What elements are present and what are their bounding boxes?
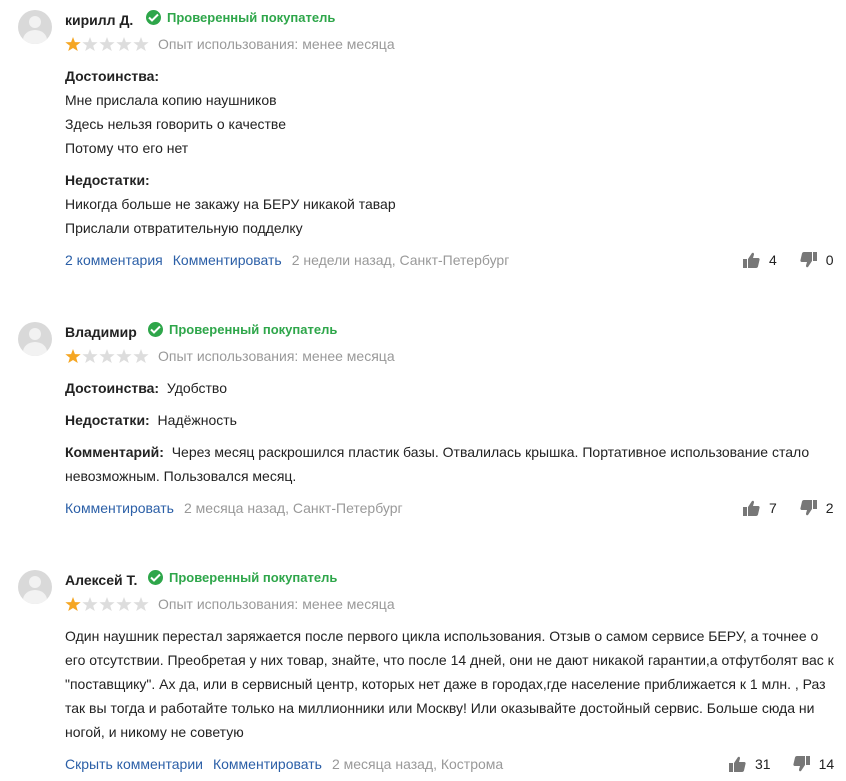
star-icon <box>116 37 133 54</box>
thumbs-up-icon <box>729 756 746 772</box>
dislike-count: 2 <box>825 500 834 516</box>
comment-button[interactable]: Комментировать <box>173 252 282 268</box>
checkmark-circle-icon <box>146 10 161 25</box>
star-icon <box>82 37 99 54</box>
comments-count-link[interactable]: 2 комментария <box>65 252 163 268</box>
checkmark-circle-icon <box>148 570 163 585</box>
thumbs-down-icon <box>800 252 817 268</box>
user-avatar[interactable] <box>18 10 52 44</box>
review-text-line: Один наушник перестал заряжается после п… <box>65 628 819 644</box>
pros-text: Удобство <box>166 380 227 396</box>
star-icon <box>133 349 150 366</box>
verified-badge: Проверенный покупатель <box>146 10 335 25</box>
rating-stars <box>65 37 150 54</box>
vote-panel: 4 0 <box>743 252 834 268</box>
thumbs-up-icon <box>743 500 760 516</box>
cons-line: Прислали отвратительную подделку <box>65 220 303 236</box>
pros-label: Достоинства: <box>65 68 160 84</box>
star-icon <box>116 349 133 366</box>
star-icon <box>116 597 133 614</box>
vote-panel: 7 2 <box>743 500 834 516</box>
verified-label: Проверенный покупатель <box>169 322 338 337</box>
star-icon <box>133 597 150 614</box>
thumbs-up-icon <box>743 252 760 268</box>
review-text-line: так вы тогда и работайте только на милли… <box>65 700 815 716</box>
star-icon <box>65 349 82 366</box>
star-icon <box>82 597 99 614</box>
like-button[interactable]: 31 <box>729 756 771 772</box>
thumbs-down-icon <box>800 500 817 516</box>
like-count: 4 <box>769 252 777 268</box>
star-icon <box>99 37 116 54</box>
usage-duration: Опыт использования: менее месяца <box>158 36 395 52</box>
star-icon <box>99 597 116 614</box>
review-author[interactable]: Алексей Т. <box>65 572 137 588</box>
star-icon <box>82 349 99 366</box>
like-count: 31 <box>755 756 771 772</box>
cons-line: Никогда больше не закажу на БЕРУ никакой… <box>65 196 396 212</box>
cons-label: Недостатки: <box>65 412 150 428</box>
verified-badge: Проверенный покупатель <box>148 570 337 585</box>
star-icon <box>133 37 150 54</box>
rating-stars <box>65 349 150 366</box>
dislike-count: 14 <box>818 756 835 772</box>
verified-label: Проверенный покупатель <box>169 570 338 585</box>
verified-badge: Проверенный покупатель <box>148 322 337 337</box>
usage-duration: Опыт использования: менее месяца <box>158 348 395 364</box>
cons-text: Надёжность <box>157 412 237 428</box>
pros-line: Потому что его нет <box>65 140 189 156</box>
dislike-count: 0 <box>825 252 834 268</box>
verified-label: Проверенный покупатель <box>167 10 336 25</box>
comment-button[interactable]: Комментировать <box>65 500 174 516</box>
like-button[interactable]: 4 <box>743 252 777 268</box>
pros-line: Мне прислала копию наушников <box>65 92 277 108</box>
pros-label: Достоинства: <box>65 380 160 396</box>
comment-button[interactable]: Комментировать <box>213 756 322 772</box>
review-text-line: его отсутствии. Преобретая у них товар, … <box>65 652 834 668</box>
dislike-button[interactable]: 0 <box>800 252 834 268</box>
hide-comments-link[interactable]: Скрыть комментарии <box>65 756 203 772</box>
thumbs-down-icon <box>792 756 810 772</box>
star-icon <box>99 349 116 366</box>
usage-duration: Опыт использования: менее месяца <box>158 596 395 612</box>
checkmark-circle-icon <box>148 322 163 337</box>
user-avatar[interactable] <box>18 570 52 604</box>
rating-stars <box>65 597 150 614</box>
vote-panel: 31 14 <box>729 756 834 772</box>
star-icon <box>65 37 82 54</box>
review-text-line: ногой, и никому не советую <box>65 724 244 740</box>
dislike-button[interactable]: 14 <box>792 756 835 772</box>
review-author[interactable]: Владимир <box>65 324 137 340</box>
cons-label: Недостатки: <box>65 172 150 188</box>
review-date-location: 2 недели назад, Санкт-Петербург <box>291 252 510 268</box>
like-count: 7 <box>769 500 777 516</box>
comment-label: Комментарий: <box>65 444 164 460</box>
dislike-button[interactable]: 2 <box>800 500 834 516</box>
review-author[interactable]: кирилл Д. <box>65 12 133 28</box>
review-date-location: 2 месяца назад, Санкт-Петербург <box>183 500 403 516</box>
review-date-location: 2 месяца назад, Кострома <box>331 756 504 772</box>
review-text-line: "поставщику". Ах да, или в сервисный цен… <box>65 676 826 692</box>
star-icon <box>65 597 82 614</box>
user-avatar[interactable] <box>18 322 52 356</box>
comment-text: невозможным. Пользовался месяц. <box>65 468 297 484</box>
comment-text: Через месяц раскрошился пластик базы. От… <box>171 444 810 460</box>
pros-line: Здесь нельзя говорить о качестве <box>65 116 286 132</box>
like-button[interactable]: 7 <box>743 500 777 516</box>
